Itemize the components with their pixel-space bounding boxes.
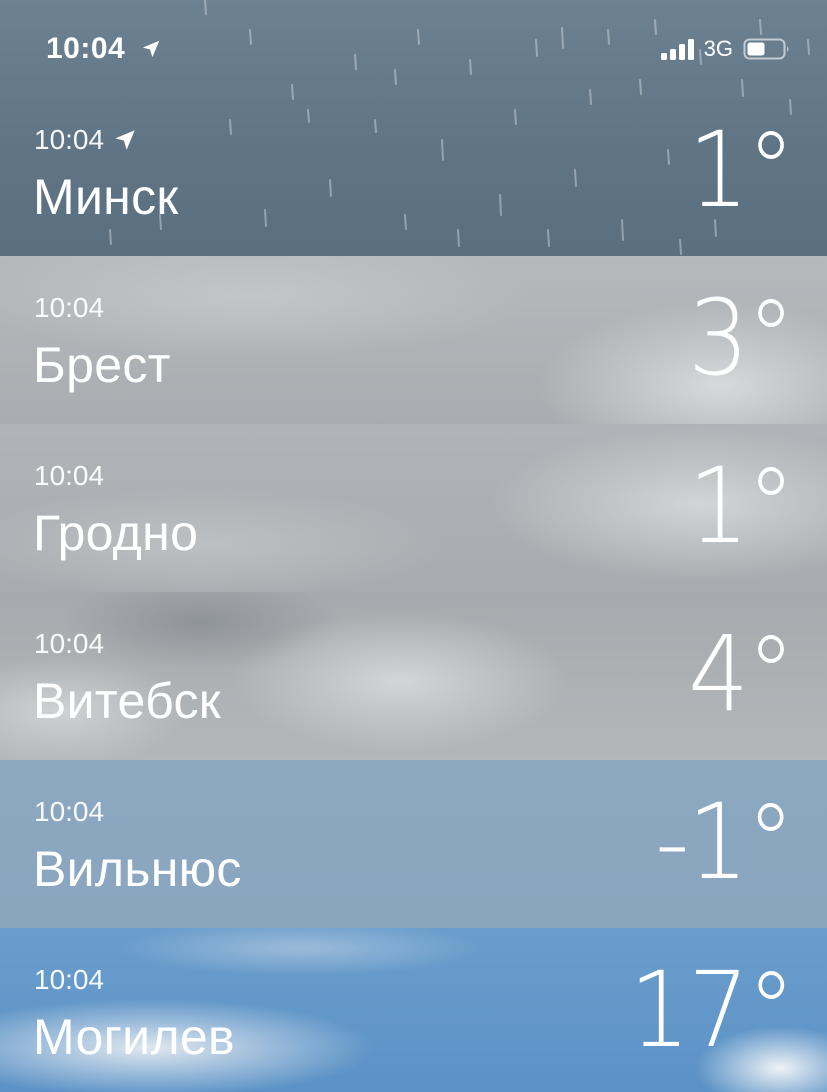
status-time: 10:04 — [46, 32, 126, 65]
city-temperature: 1° — [687, 445, 795, 567]
city-time-wrap: 10:04 — [34, 964, 104, 996]
city-temperature: 4° — [687, 613, 795, 735]
location-arrow-icon — [142, 40, 160, 58]
network-type-label: 3G — [703, 36, 733, 61]
cellular-signal-icon — [660, 39, 694, 60]
city-temperature: -1° — [655, 781, 795, 903]
city-time-wrap: 10:04 — [34, 292, 104, 324]
battery-icon — [743, 38, 789, 60]
city-time-wrap: 10:04 — [34, 460, 104, 492]
city-name: Минск — [33, 169, 179, 225]
city-name: Могилев — [33, 1009, 235, 1065]
city-local-time: 10:04 — [34, 628, 105, 659]
city-temperature: 17° — [628, 949, 795, 1071]
city-local-time: 10:04 — [34, 964, 105, 995]
city-time-wrap: 10:04 — [34, 796, 104, 828]
city-local-time: 10:04 — [34, 292, 105, 323]
city-temperature: 3° — [687, 277, 795, 399]
city-row-mogilev[interactable]: 10:04 Могилев 17° — [0, 928, 827, 1092]
status-indicators: 3G — [660, 36, 791, 62]
city-time-wrap: 10:04 — [34, 124, 138, 156]
city-local-time: 10:04 — [34, 460, 105, 491]
city-local-time: 10:04 — [34, 796, 105, 827]
city-time-wrap: 10:04 — [34, 628, 104, 660]
weather-city-list-screen: 10:04 3G 10:04 Минск 1° 10:04 Брест 3° 1… — [0, 0, 827, 1092]
city-name: Брест — [33, 337, 171, 393]
city-name: Витебск — [33, 673, 221, 729]
status-bar: 10:04 3G — [0, 0, 827, 100]
city-name: Вильнюс — [33, 841, 242, 897]
current-location-icon — [115, 130, 135, 150]
city-row-grodno[interactable]: 10:04 Гродно 1° — [0, 424, 827, 592]
city-temperature: 1° — [687, 109, 795, 231]
city-row-vitebsk[interactable]: 10:04 Витебск 4° — [0, 592, 827, 760]
city-local-time: 10:04 — [34, 124, 105, 155]
city-row-vilnius[interactable]: 10:04 Вильнюс -1° — [0, 760, 827, 928]
city-name: Гродно — [33, 505, 199, 561]
city-row-brest[interactable]: 10:04 Брест 3° — [0, 256, 827, 424]
